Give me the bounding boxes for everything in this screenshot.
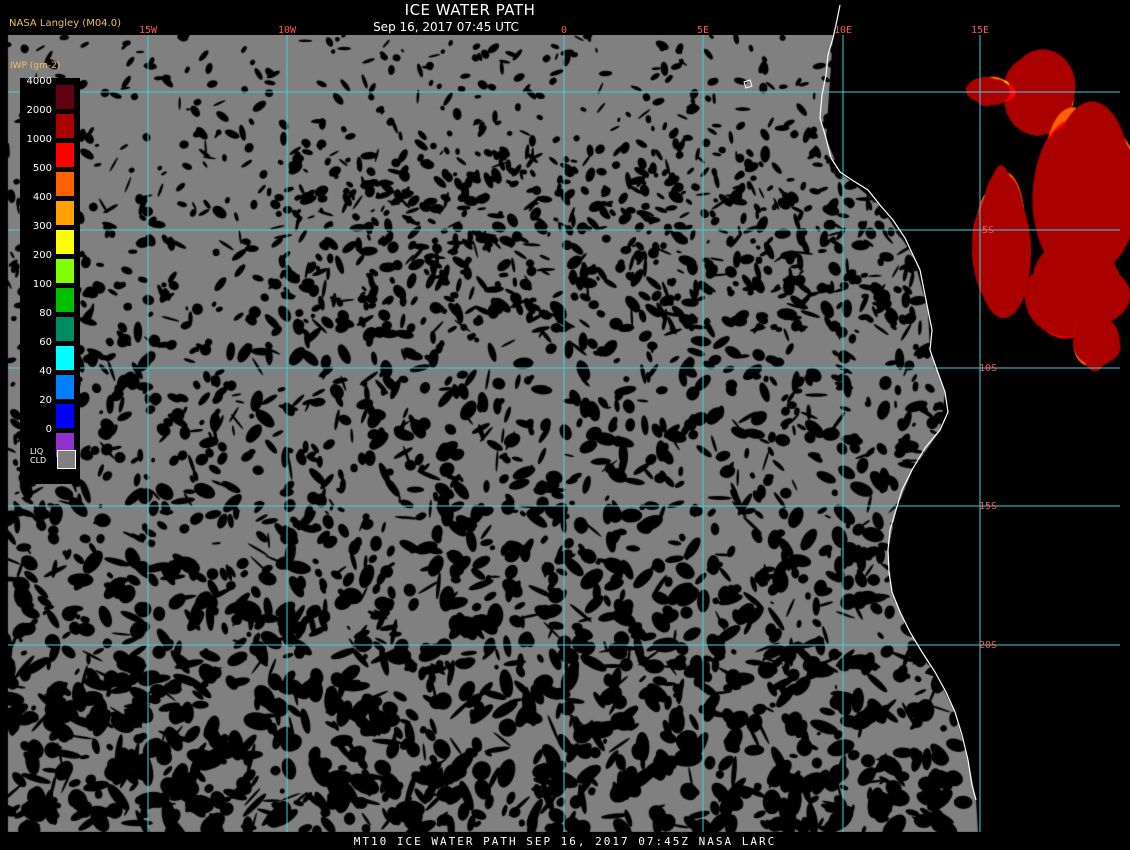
- legend-unit: IWP (gm-2): [10, 61, 61, 71]
- producer-label: NASA Langley (M04.0): [9, 18, 121, 29]
- legend-value: 40: [39, 366, 52, 377]
- legend-swatch: [56, 114, 74, 138]
- legend-value: 100: [32, 279, 52, 290]
- legend-value: 400: [32, 192, 52, 203]
- legend-swatch: [56, 346, 74, 370]
- legend-value: 80: [39, 308, 52, 319]
- legend-value: 300: [32, 221, 52, 232]
- iwp-legend: IWP (gm-2) 4000 2000 1000 500 400 300 200 100 80…: [10, 61, 80, 484]
- legend-swatch: [56, 317, 74, 341]
- legend-swatch: [56, 201, 74, 225]
- map-timestamp: Sep 16, 2017 07:45 UTC: [373, 20, 519, 34]
- top-bar: [0, 0, 1130, 35]
- legend-value: 2000: [26, 105, 52, 116]
- legend-swatch: [56, 259, 74, 283]
- legend-swatch: [56, 288, 74, 312]
- map-title: ICE WATER PATH: [404, 1, 536, 19]
- legend-value: 500: [32, 163, 52, 174]
- satellite-map[interactable]: [0, 0, 1130, 850]
- legend-swatch: [56, 172, 74, 196]
- legend-swatch: [56, 375, 74, 399]
- legend-value: 0: [45, 424, 52, 435]
- footer-caption: MT10 ICE WATER PATH SEP 16, 2017 07:45Z …: [353, 835, 777, 848]
- legend-value: 4000: [26, 76, 52, 87]
- legend-swatch: [56, 143, 74, 167]
- legend-value: 20: [39, 395, 52, 406]
- legend-swatch: [56, 404, 74, 428]
- legend-value: 60: [39, 337, 52, 348]
- legend-value: 200: [32, 250, 52, 261]
- liq-cloud-swatch: [57, 450, 76, 469]
- legend-swatch: [56, 230, 74, 254]
- legend-value: 1000: [26, 134, 52, 145]
- liq-cloud-label: LIQ CLD: [30, 447, 47, 465]
- legend-swatch: [56, 85, 74, 109]
